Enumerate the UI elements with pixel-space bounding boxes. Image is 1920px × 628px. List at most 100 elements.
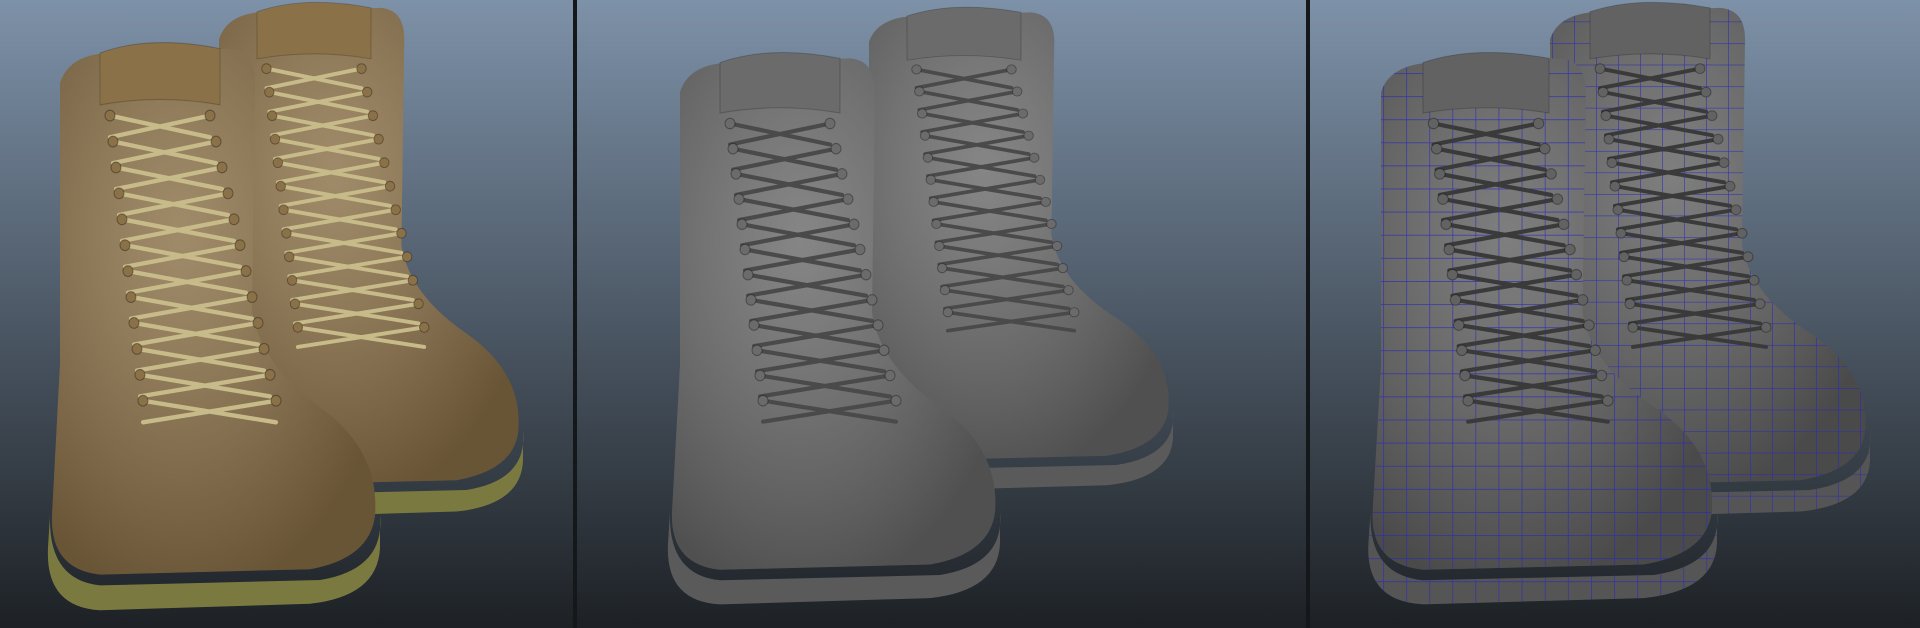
eyelet xyxy=(266,110,278,122)
eyelet xyxy=(925,174,936,185)
eyelet xyxy=(222,187,234,200)
eyelet xyxy=(848,218,860,231)
eyelet xyxy=(284,251,295,263)
eyelet xyxy=(128,317,140,329)
eyelet xyxy=(836,168,848,180)
eyelet xyxy=(1011,86,1023,97)
eyelet xyxy=(884,369,896,382)
eyelet xyxy=(824,117,836,130)
eyelet xyxy=(730,168,742,180)
boot-collar xyxy=(256,1,372,60)
eyelet xyxy=(1612,204,1624,216)
eyelet xyxy=(1718,157,1730,169)
boot-collar xyxy=(99,42,221,106)
eyelet xyxy=(1583,319,1595,331)
eyelet xyxy=(1430,142,1443,155)
eyelet xyxy=(390,204,401,216)
eyelet xyxy=(939,285,951,296)
eyelet xyxy=(418,321,430,333)
eyelet xyxy=(1706,110,1718,122)
eyelet xyxy=(736,218,748,231)
eyelet xyxy=(854,243,866,256)
eyelet xyxy=(931,218,942,230)
eyelet xyxy=(733,193,745,205)
eyelet xyxy=(739,243,751,256)
eyelet xyxy=(1570,268,1583,281)
eyelet xyxy=(757,394,769,407)
boot-collar xyxy=(1589,1,1711,60)
eyelet xyxy=(134,368,146,381)
eyelet xyxy=(942,307,954,318)
eyelet xyxy=(264,368,276,381)
eyelet xyxy=(281,227,292,239)
eyelet xyxy=(890,394,902,407)
eyelet xyxy=(1564,243,1576,256)
eyelet xyxy=(1627,321,1639,333)
eyelet xyxy=(396,227,407,239)
eyelet xyxy=(922,152,934,163)
eyelet xyxy=(292,321,304,333)
eyelet xyxy=(122,265,134,278)
eyelet xyxy=(919,130,931,141)
eyelet xyxy=(1602,394,1614,407)
eyelet xyxy=(275,180,286,192)
eyelet xyxy=(278,204,289,216)
eyelet xyxy=(113,187,125,200)
eyelet xyxy=(1609,180,1621,192)
eyelet xyxy=(261,63,272,74)
eyelet xyxy=(246,291,258,303)
eyelet xyxy=(270,394,282,407)
eyelet xyxy=(1539,142,1551,155)
eyelet xyxy=(1551,193,1564,205)
eyelet xyxy=(830,142,842,155)
eyelet xyxy=(1440,218,1452,231)
eyelet xyxy=(928,196,939,207)
eyelet xyxy=(234,239,246,252)
eyelet xyxy=(401,251,413,263)
eyelet xyxy=(748,319,760,331)
eyelet xyxy=(373,133,384,145)
eyelet xyxy=(1624,298,1636,310)
eyelet xyxy=(269,133,281,145)
eyelet xyxy=(1051,240,1063,252)
eyelet xyxy=(367,110,379,122)
eyelet xyxy=(216,161,228,174)
eyelet xyxy=(379,157,390,169)
eyelet xyxy=(1446,268,1459,281)
eyelet xyxy=(1748,274,1760,286)
eyelet xyxy=(1557,218,1570,231)
eyelet xyxy=(724,117,736,130)
eyelet xyxy=(911,64,922,75)
eyelet xyxy=(407,274,419,286)
eyelet xyxy=(1742,251,1754,263)
eyelet xyxy=(1595,369,1608,382)
eyelet xyxy=(1046,218,1057,230)
eyelet xyxy=(1730,204,1742,216)
eyelet xyxy=(210,135,222,148)
eyelet xyxy=(1034,174,1046,185)
eyelet xyxy=(1700,86,1712,98)
eyelet xyxy=(125,291,137,303)
eyelet xyxy=(131,342,143,355)
eyelet xyxy=(1532,117,1545,130)
eyelet xyxy=(1736,227,1748,239)
eyelet xyxy=(1452,319,1465,331)
eyelet xyxy=(104,109,116,122)
eyelet xyxy=(1427,117,1440,130)
eyelet xyxy=(934,240,945,252)
eyelet xyxy=(413,298,424,310)
eyelet xyxy=(1545,168,1557,180)
eyelet xyxy=(878,344,890,357)
eyelet xyxy=(842,193,854,205)
eyelet xyxy=(1462,394,1474,407)
eyelet xyxy=(228,213,240,226)
eyelet xyxy=(1017,108,1029,119)
eyelet xyxy=(742,268,754,281)
eyelet xyxy=(936,263,948,274)
eyelet xyxy=(1760,321,1772,333)
eyelet xyxy=(1057,263,1069,274)
eyelet xyxy=(289,298,301,310)
eyelet xyxy=(872,319,884,331)
eyelet xyxy=(751,344,763,357)
eyelet xyxy=(1040,196,1051,207)
